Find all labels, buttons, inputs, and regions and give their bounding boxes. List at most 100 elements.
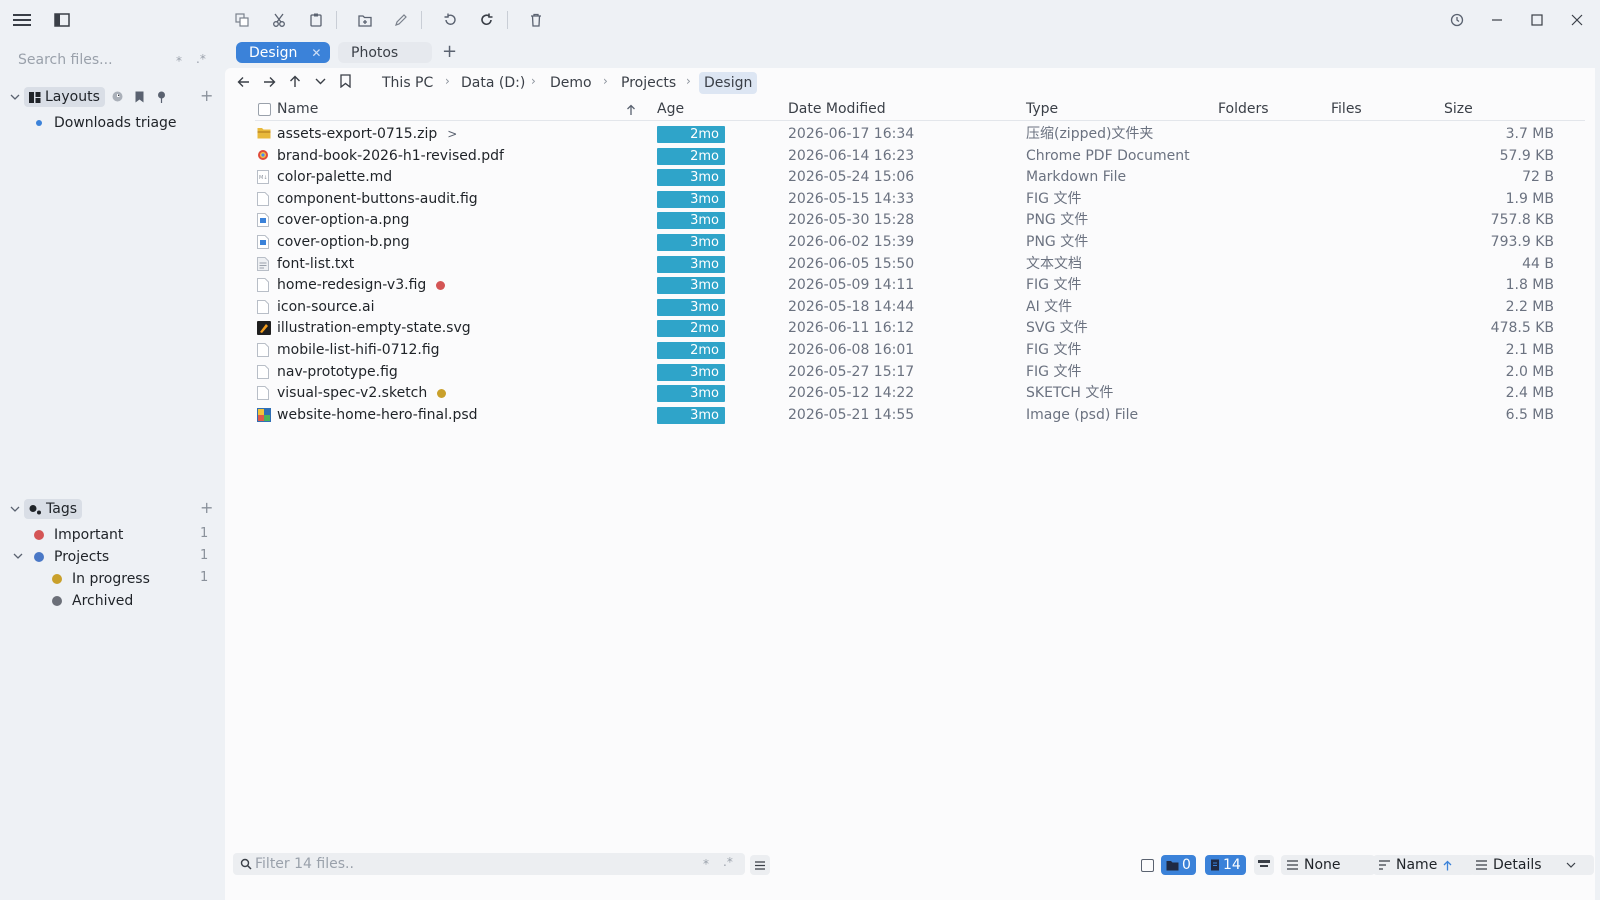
forward-arrow-icon[interactable] bbox=[263, 76, 276, 88]
column-header-folders[interactable]: Folders bbox=[1218, 101, 1269, 117]
file-name[interactable]: illustration-empty-state.svg bbox=[277, 317, 471, 339]
file-name[interactable]: component-buttons-audit.fig bbox=[277, 188, 478, 210]
tab-photos[interactable]: Photos bbox=[338, 42, 432, 63]
folders-count-badge[interactable]: 0 bbox=[1161, 855, 1196, 875]
tags-pill[interactable]: Tags bbox=[24, 499, 82, 519]
chevron-down-icon[interactable] bbox=[10, 92, 20, 102]
recent-locations-chevron-icon[interactable] bbox=[315, 77, 326, 86]
toggle-sidebar-icon[interactable] bbox=[49, 7, 75, 33]
wildcard-toggle[interactable]: * bbox=[176, 54, 182, 68]
file-name[interactable]: mobile-list-hifi-0712.fig bbox=[277, 339, 440, 361]
breadcrumb-item[interactable]: Data (D:) bbox=[461, 72, 525, 94]
breadcrumb-item[interactable]: This PC bbox=[382, 72, 433, 94]
close-window-icon[interactable] bbox=[1564, 7, 1590, 33]
column-header-age[interactable]: Age bbox=[657, 101, 684, 117]
delete-icon[interactable] bbox=[523, 7, 549, 33]
column-header-files[interactable]: Files bbox=[1331, 101, 1362, 117]
table-row[interactable]: brand-book-2026-h1-revised.pdf 2mo 2026-06… bbox=[225, 145, 1595, 167]
history-icon[interactable] bbox=[1444, 7, 1470, 33]
file-name[interactable]: home-redesign-v3.fig bbox=[277, 274, 446, 296]
file-name[interactable]: icon-source.ai bbox=[277, 296, 375, 318]
tag-item-projects[interactable]: Projects bbox=[34, 547, 109, 567]
column-header-name[interactable]: Name bbox=[277, 101, 318, 117]
regex-toggle[interactable]: .* bbox=[196, 52, 206, 66]
undo-icon[interactable] bbox=[437, 7, 463, 33]
markdown-icon: M↓ bbox=[257, 170, 269, 185]
maximize-icon[interactable] bbox=[1524, 7, 1550, 33]
redo-icon[interactable] bbox=[474, 7, 500, 33]
file-name[interactable]: color-palette.md bbox=[277, 166, 392, 188]
cut-icon[interactable] bbox=[266, 7, 292, 33]
view-mode-dropdown[interactable]: Details bbox=[1470, 855, 1594, 875]
copy-icon[interactable] bbox=[229, 7, 255, 33]
tags-section[interactable]: Tags bbox=[10, 499, 82, 519]
table-row[interactable]: M↓ color-palette.md 3mo 2026-05-24 15:06 Mar… bbox=[225, 166, 1595, 188]
file-name[interactable]: visual-spec-v2.sketch bbox=[277, 382, 447, 404]
group-by-dropdown[interactable]: None bbox=[1281, 855, 1375, 875]
sort-ascending-icon[interactable] bbox=[626, 104, 636, 116]
table-row[interactable]: nav-prototype.fig 3mo 2026-05-27 15:17 FIG … bbox=[225, 361, 1595, 383]
files-count-badge[interactable]: 14 bbox=[1205, 855, 1246, 875]
column-header-date-modified[interactable]: Date Modified bbox=[788, 101, 886, 117]
breadcrumb-current[interactable]: Design bbox=[699, 72, 758, 94]
table-row[interactable]: cover-option-b.png 3mo 2026-06-02 15:39 PNG… bbox=[225, 231, 1595, 253]
filter-options-icon[interactable] bbox=[750, 855, 770, 875]
tag-item-archived[interactable]: Archived bbox=[52, 591, 133, 611]
layout-item-downloads-triage[interactable]: Downloads triage bbox=[36, 113, 177, 133]
close-tab-icon[interactable]: ✕ bbox=[311, 46, 321, 60]
filter-input[interactable]: Filter 14 files.. * .* bbox=[233, 853, 745, 875]
file-name[interactable]: brand-book-2026-h1-revised.pdf bbox=[277, 145, 504, 167]
file-name[interactable]: assets-export-0715.zip > bbox=[277, 123, 457, 145]
add-tag-icon[interactable]: + bbox=[200, 498, 213, 517]
column-header-size[interactable]: Size bbox=[1444, 101, 1473, 117]
paste-icon[interactable] bbox=[303, 7, 329, 33]
table-row[interactable]: font-list.txt 3mo 2026-06-05 15:50 文本文档 44 B bbox=[225, 253, 1595, 275]
layouts-section[interactable]: Layouts bbox=[10, 87, 105, 107]
hamburger-menu-icon[interactable] bbox=[9, 7, 35, 33]
table-row[interactable]: website-home-hero-final.psd 3mo 2026-05-21… bbox=[225, 404, 1595, 426]
table-row[interactable]: home-redesign-v3.fig 3mo 2026-05-09 14:11 F… bbox=[225, 274, 1595, 296]
select-checkbox[interactable] bbox=[1141, 859, 1154, 872]
bookmark-icon[interactable] bbox=[135, 91, 144, 103]
expand-chevron-icon[interactable]: > bbox=[447, 127, 457, 141]
minimize-icon[interactable] bbox=[1484, 7, 1510, 33]
up-arrow-icon[interactable] bbox=[289, 75, 301, 88]
table-row[interactable]: illustration-empty-state.svg 2mo 2026-06-1… bbox=[225, 317, 1595, 339]
new-tab-icon[interactable]: + bbox=[442, 41, 457, 62]
new-folder-icon[interactable] bbox=[352, 7, 378, 33]
breadcrumb-item[interactable]: Demo bbox=[550, 72, 592, 94]
layouts-pill[interactable]: Layouts bbox=[24, 87, 105, 107]
table-row[interactable]: mobile-list-hifi-0712.fig 2mo 2026-06-08 1… bbox=[225, 339, 1595, 361]
file-name[interactable]: cover-option-b.png bbox=[277, 231, 410, 253]
column-visibility-icon[interactable] bbox=[1254, 855, 1274, 875]
tag-item-in-progress[interactable]: In progress bbox=[52, 569, 150, 589]
file-name[interactable]: nav-prototype.fig bbox=[277, 361, 398, 383]
table-row[interactable]: component-buttons-audit.fig 3mo 2026-05-15… bbox=[225, 188, 1595, 210]
file-name[interactable]: font-list.txt bbox=[277, 253, 354, 275]
clock-icon[interactable] bbox=[112, 91, 123, 102]
table-row[interactable]: cover-option-a.png 3mo 2026-05-30 15:28 PNG… bbox=[225, 209, 1595, 231]
file-name[interactable]: cover-option-a.png bbox=[277, 209, 409, 231]
table-row[interactable]: assets-export-0715.zip > 2mo 2026-06-17 16:… bbox=[225, 123, 1595, 145]
column-header-type[interactable]: Type bbox=[1026, 101, 1058, 117]
sidebar-search-input[interactable]: Search files... * .* bbox=[8, 50, 213, 74]
breadcrumb-item[interactable]: Projects bbox=[621, 72, 676, 94]
search-icon bbox=[240, 858, 252, 870]
bookmark-location-icon[interactable] bbox=[340, 74, 351, 88]
filter-wildcard-toggle[interactable]: * bbox=[703, 857, 709, 871]
select-all-checkbox[interactable] bbox=[258, 103, 271, 116]
filter-regex-toggle[interactable]: .* bbox=[723, 855, 733, 869]
tab-design[interactable]: Design ✕ bbox=[236, 42, 330, 63]
sort-by-dropdown[interactable]: Name bbox=[1373, 855, 1475, 875]
sort-direction-up-icon[interactable] bbox=[1443, 860, 1452, 871]
back-arrow-icon[interactable] bbox=[237, 76, 250, 88]
table-row[interactable]: icon-source.ai 3mo 2026-05-18 14:44 AI 文件 2.… bbox=[225, 296, 1595, 318]
chevron-down-icon[interactable] bbox=[13, 551, 23, 561]
tag-item-important[interactable]: Important bbox=[34, 525, 123, 545]
file-name[interactable]: website-home-hero-final.psd bbox=[277, 404, 478, 426]
rename-icon[interactable] bbox=[388, 7, 414, 33]
table-row[interactable]: visual-spec-v2.sketch 3mo 2026-05-12 14:22… bbox=[225, 382, 1595, 404]
add-layout-icon[interactable]: + bbox=[200, 86, 213, 105]
chevron-down-icon[interactable] bbox=[10, 504, 20, 514]
pin-icon[interactable] bbox=[157, 91, 166, 103]
